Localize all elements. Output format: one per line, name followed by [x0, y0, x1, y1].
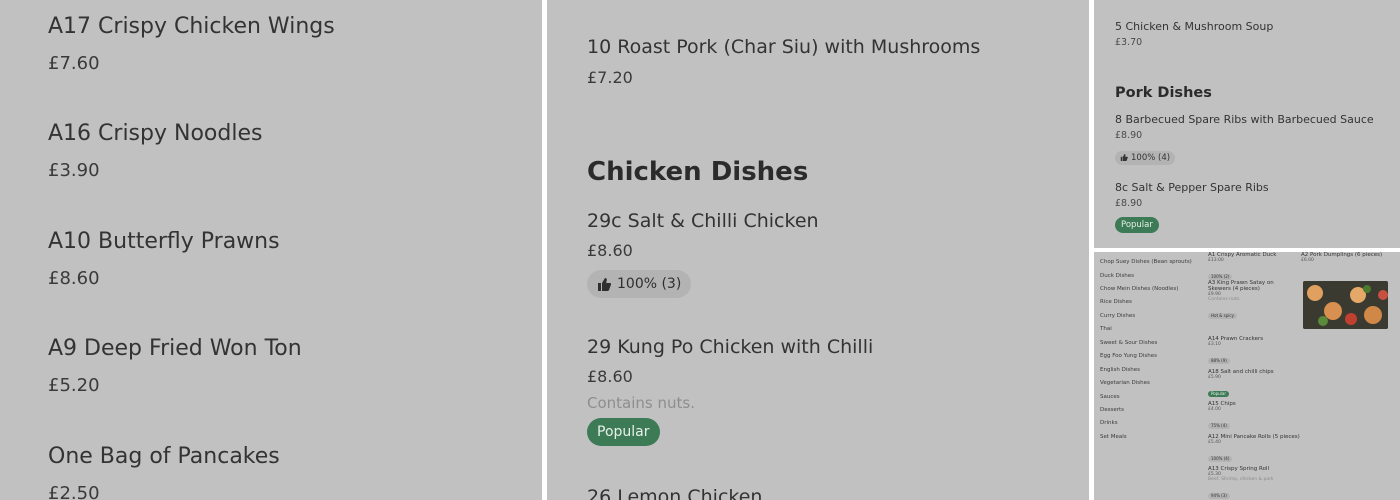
item-price: £7.60: [48, 53, 100, 74]
item-price: £3.90: [48, 160, 100, 181]
item-price: £5.40: [1208, 440, 1221, 445]
item-price: £7.20: [587, 68, 633, 87]
rating-text: 100% (4): [1131, 152, 1171, 163]
item-name: A9 Deep Fried Won Ton: [48, 336, 302, 361]
menu-item[interactable]: A17 Crispy Chicken Wings £7.60: [48, 14, 335, 74]
menu-item[interactable]: 5 Chicken & Mushroom Soup £3.70: [1115, 20, 1273, 48]
menu-item[interactable]: One Bag of Pancakes £2.50: [48, 444, 280, 500]
category-link[interactable]: Vegetarian Dishes: [1100, 380, 1150, 386]
item-name: 8c Salt & Pepper Spare Ribs: [1115, 181, 1269, 194]
item-price: £8.60: [48, 268, 100, 289]
menu-item[interactable]: A15 Chips £4.00 75% (4): [1208, 401, 1236, 431]
category-link[interactable]: Chow Mein Dishes (Noodles): [1100, 286, 1178, 292]
category-link[interactable]: Desserts: [1100, 407, 1124, 413]
item-price: £8.60: [587, 367, 633, 386]
item-price: £5.90: [1208, 375, 1221, 380]
item-name: A12 Mini Pancake Rolls (5 pieces): [1208, 434, 1300, 440]
item-name: 5 Chicken & Mushroom Soup: [1115, 20, 1274, 33]
section-title-chicken: Chicken Dishes: [587, 157, 809, 187]
category-link[interactable]: Egg Foo Yung Dishes: [1100, 353, 1157, 359]
popular-badge: Popular: [587, 418, 660, 446]
category-link[interactable]: Sweet & Sour Dishes: [1100, 340, 1157, 346]
menu-item[interactable]: A10 Butterfly Prawns £8.60: [48, 229, 280, 289]
menu-item[interactable]: 8 Barbecued Spare Ribs with Barbecued Sa…: [1115, 113, 1374, 165]
menu-item[interactable]: A13 Crispy Spring Roll £5.30 Beef, Shrim…: [1208, 466, 1274, 500]
item-name: 29 Kung Po Chicken with Chilli: [587, 336, 874, 358]
menu-item[interactable]: A1 Crispy Aromatic Duck £13.00 100% (2): [1208, 252, 1276, 282]
section-title-pork: Pork Dishes: [1115, 85, 1212, 101]
item-name: A17 Crispy Chicken Wings: [48, 14, 335, 39]
item-price: £5.20: [48, 375, 100, 396]
category-link[interactable]: Rice Dishes: [1100, 299, 1132, 305]
menu-item[interactable]: A9 Deep Fried Won Ton £5.20: [48, 336, 302, 396]
rating-badge: 100% (3): [587, 270, 692, 298]
item-name: 29c Salt & Chilli Chicken: [587, 210, 819, 232]
item-name: 26 Lemon Chicken: [587, 486, 763, 500]
menu-item[interactable]: A18 Salt and chilli chips £5.90 Popular: [1208, 369, 1274, 399]
item-name: One Bag of Pancakes: [48, 444, 280, 469]
item-note: Beef, Shrimp, chicken & pork: [1208, 477, 1274, 482]
category-link[interactable]: Set Meals: [1100, 434, 1127, 440]
thumbs-up-icon: [1120, 154, 1128, 161]
item-name: A16 Crispy Noodles: [48, 121, 263, 146]
spicy-tag: Hot & spicy: [1208, 313, 1237, 319]
item-price: £8.90: [1115, 198, 1143, 209]
menu-item[interactable]: 10 Roast Pork (Char Siu) with Mushrooms …: [587, 36, 980, 87]
popular-badge: Popular: [1115, 217, 1159, 233]
item-name: 8 Barbecued Spare Ribs with Barbecued Sa…: [1115, 113, 1374, 126]
category-link[interactable]: Drinks: [1100, 420, 1118, 426]
rating-badge: 94% (3): [1208, 493, 1230, 499]
item-price: £3.10: [1208, 342, 1221, 347]
menu-item[interactable]: 8c Salt & Pepper Spare Ribs £8.90 Popula…: [1115, 181, 1269, 233]
menu-item[interactable]: 29 Kung Po Chicken with Chilli £8.60 Con…: [587, 336, 873, 446]
item-note: Contains nuts.: [587, 394, 695, 412]
thumbs-up-icon: [598, 277, 611, 291]
item-name: 10 Roast Pork (Char Siu) with Mushrooms: [587, 36, 981, 58]
item-price: £8.60: [587, 241, 633, 260]
item-price: £6.00: [1301, 258, 1314, 263]
item-price: £13.00: [1208, 258, 1224, 263]
item-price: £4.00: [1208, 407, 1221, 412]
menu-item[interactable]: 29c Salt & Chilli Chicken £8.60 100% (3): [587, 210, 819, 298]
menu-item[interactable]: A16 Crispy Noodles £3.90: [48, 121, 262, 181]
menu-item[interactable]: A14 Prawn Crackers £3.10 88% (9): [1208, 336, 1263, 366]
category-link[interactable]: Sauces: [1100, 394, 1120, 400]
rating-badge: 88% (9): [1208, 358, 1230, 364]
item-price: £8.90: [1115, 130, 1143, 141]
category-link[interactable]: Chop Suey Dishes (Bean sprouts): [1100, 259, 1192, 265]
rating-text: 100% (3): [617, 276, 682, 292]
menu-item[interactable]: A2 Pork Dumplings (6 pieces) £6.00: [1301, 252, 1382, 263]
item-price: £3.70: [1115, 37, 1143, 48]
rating-badge: 100% (4): [1115, 150, 1176, 165]
category-link[interactable]: English Dishes: [1100, 367, 1140, 373]
category-link[interactable]: Thai: [1100, 326, 1112, 332]
menu-item[interactable]: 26 Lemon Chicken: [587, 486, 762, 500]
rating-badge: 100% (4): [1208, 456, 1233, 462]
item-note: Contains nuts.: [1208, 297, 1241, 302]
item-name: A10 Butterfly Prawns: [48, 229, 280, 254]
item-name: A3 King Prawn Satay on Skewers (4 pieces…: [1208, 280, 1274, 292]
menu-item[interactable]: A12 Mini Pancake Rolls (5 pieces) £5.40 …: [1208, 434, 1300, 464]
category-link[interactable]: Curry Dishes: [1100, 313, 1135, 319]
category-link[interactable]: Duck Dishes: [1100, 273, 1134, 279]
popular-badge: Popular: [1208, 391, 1229, 397]
rating-badge: 75% (4): [1208, 423, 1230, 429]
menu-item[interactable]: A3 King Prawn Satay on Skewers (4 pieces…: [1208, 280, 1296, 321]
food-photo: [1303, 281, 1388, 329]
item-price: £2.50: [48, 483, 100, 500]
